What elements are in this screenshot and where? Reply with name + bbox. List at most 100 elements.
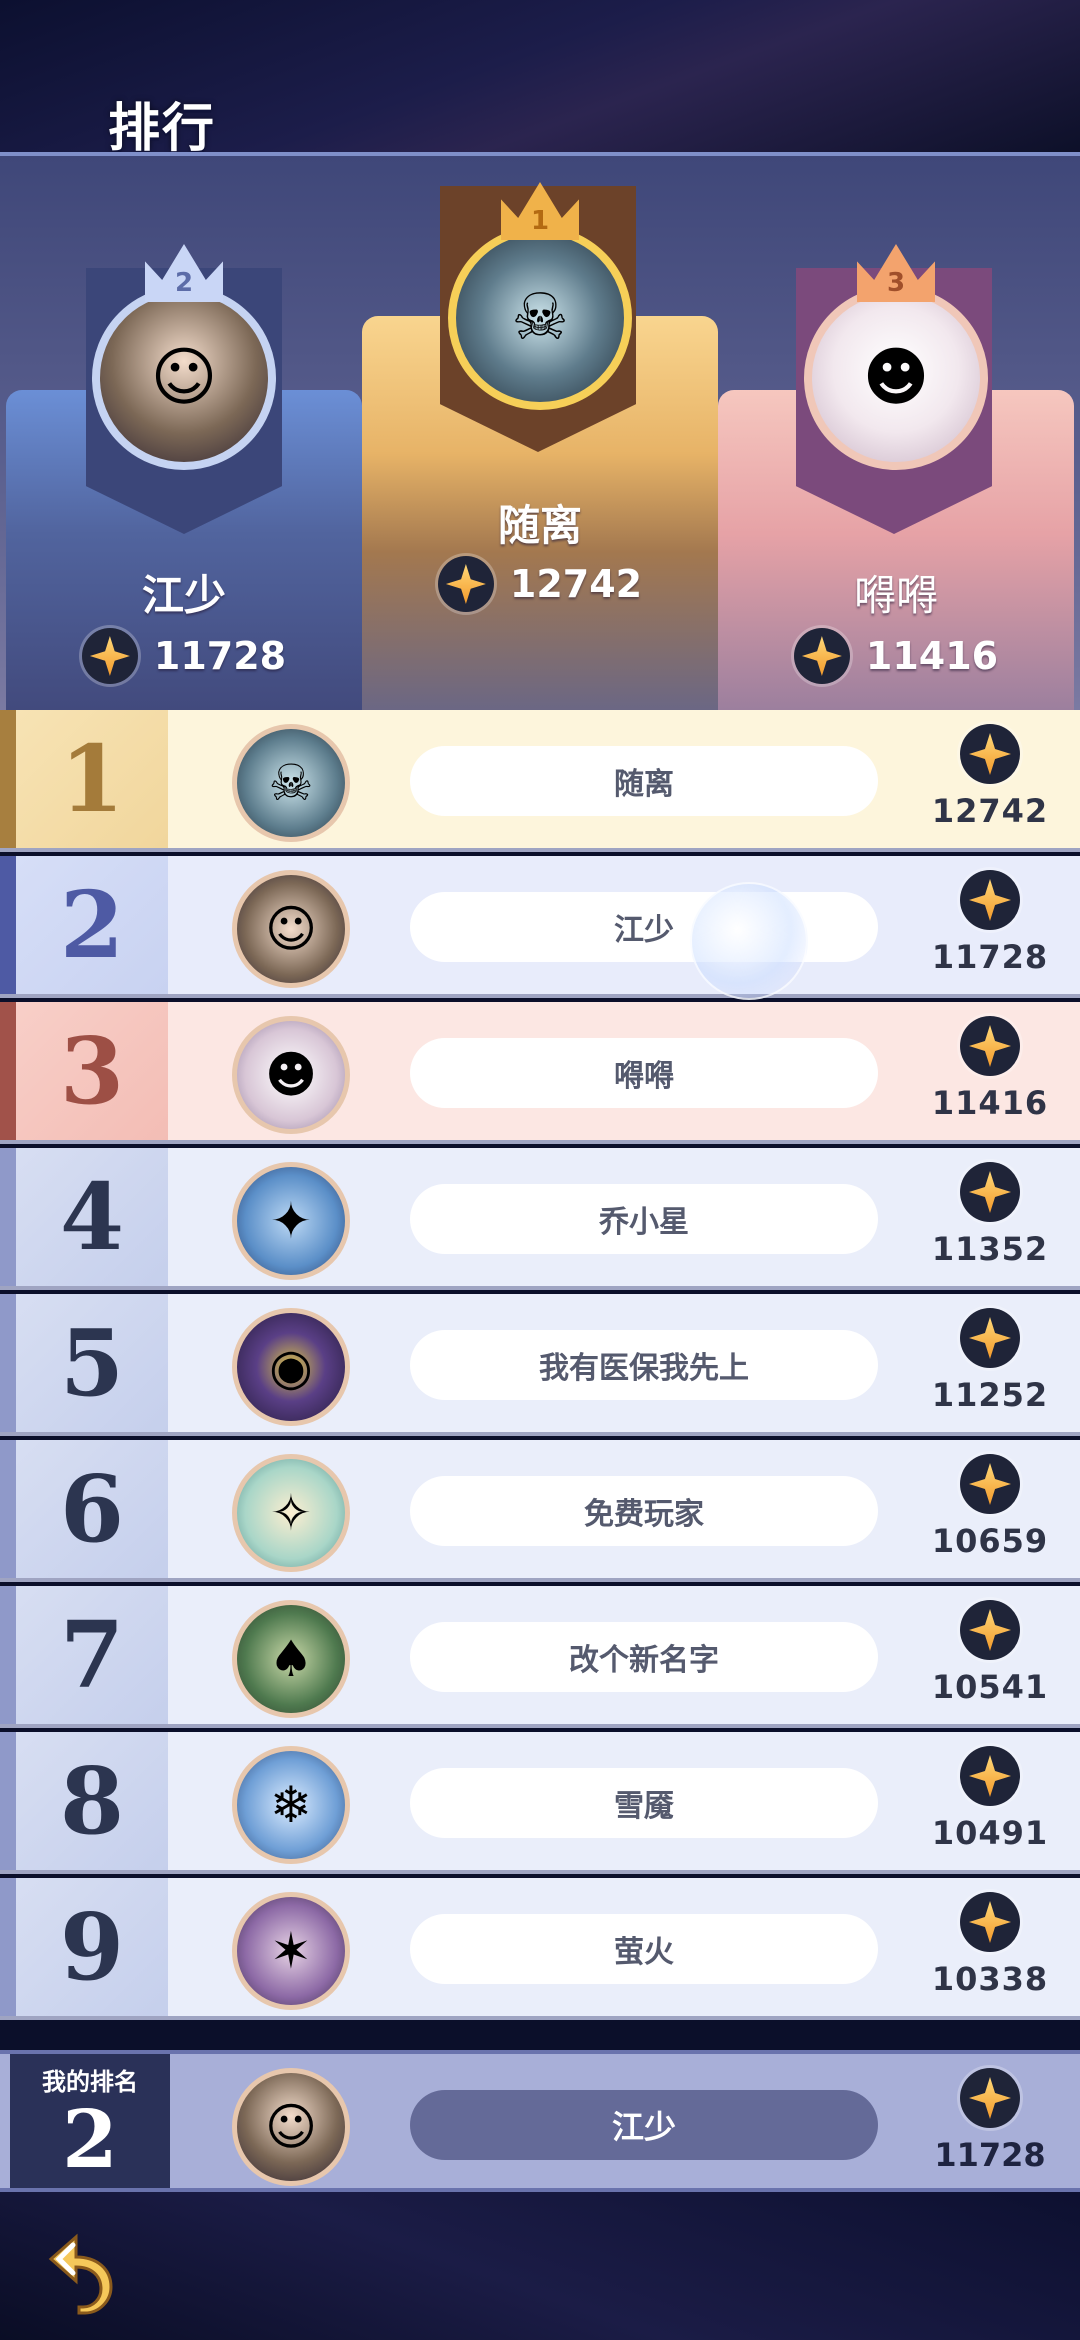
star-coin-icon [960,1308,1020,1368]
my-rank-row[interactable]: 我的排名 2 ☺ 江少 11728 [0,2050,1080,2192]
player-score: 11352 [930,1162,1050,1282]
star-coin-icon [960,1162,1020,1222]
podium-avatar-third[interactable]: ☻ [804,286,988,470]
player-name: 我有医保我先上 [410,1330,878,1400]
star-coin-icon [960,870,1020,930]
star-coin-icon [960,1746,1020,1806]
player-avatar[interactable]: ◉ [232,1308,350,1426]
rank-number: 5 [16,1294,168,1432]
bottom-bar [0,2192,1080,2340]
back-arrow-icon [48,2233,113,2315]
my-score-value: 11728 [934,2136,1046,2174]
podium-name-second: 江少 [141,571,226,620]
player-name: 乔小星 [410,1184,878,1254]
ranking-row-3[interactable]: 3 ☻ 嘚嘚 11416 [0,1002,1080,1144]
podium-avatar-second[interactable]: ☺ [92,286,276,470]
player-name: 免费玩家 [410,1476,878,1546]
player-score: 11416 [930,1016,1050,1136]
score-value: 11352 [931,1230,1049,1268]
row-stripe [0,856,16,994]
player-avatar[interactable]: ✶ [232,1892,350,2010]
player-avatar[interactable]: ☠ [232,724,350,842]
skeleton-king-icon: ☠ [511,281,569,355]
row-stripe [0,1148,16,1286]
ranking-row-2[interactable]: 2 ☺ 江少 11728 [0,856,1080,998]
rank-number: 3 [16,1002,168,1140]
purple-eye-icon: ◉ [269,1338,313,1396]
score-value: 10491 [931,1814,1049,1852]
page-title: 排行 [108,99,217,159]
rank-number: 8 [16,1732,168,1870]
my-rank-number: 2 [62,2091,118,2186]
star-coin-icon [960,2068,1020,2128]
player-name: 江少 [410,892,878,962]
blue-dragon-icon: ✦ [270,1192,312,1250]
ranking-row-1[interactable]: 1 ☠ 随离 12742 [0,710,1080,852]
player-score: 11252 [930,1308,1050,1428]
player-avatar[interactable]: ✦ [232,1162,350,1280]
podium-avatar-first[interactable]: ☠ [448,226,632,410]
my-rank-box: 我的排名 2 [10,2054,170,2188]
player-name: 改个新名字 [410,1622,878,1692]
player-score: 10659 [930,1454,1050,1574]
ranking-row-7[interactable]: 7 ♠ 改个新名字 10541 [0,1586,1080,1728]
row-stripe [0,1294,16,1432]
row-stripe [0,1002,16,1140]
star-coin-icon [960,1892,1020,1952]
back-button[interactable] [30,2226,122,2318]
my-name: 江少 [410,2090,878,2160]
podium-score-first: 12742 [362,556,718,612]
ranking-row-6[interactable]: 6 ✧ 免费玩家 10659 [0,1440,1080,1582]
rank-number: 2 [16,856,168,994]
rank-number: 7 [16,1586,168,1724]
ranking-row-4[interactable]: 4 ✦ 乔小星 11352 [0,1148,1080,1290]
skeleton-king-icon: ☠ [268,754,314,812]
white-hat-girl-icon: ☻ [862,341,930,415]
star-coin-icon [960,1016,1020,1076]
player-score: 11728 [930,870,1050,990]
row-stripe [0,1440,16,1578]
podium-score-third: 11416 [718,628,1074,684]
row-stripe [0,710,16,848]
podium-name-first: 随离 [497,501,582,550]
row-stripe [0,1878,16,2016]
player-avatar[interactable]: ☻ [232,1016,350,1134]
player-score: 10338 [930,1892,1050,2012]
player-score: 10491 [930,1746,1050,1866]
player-avatar[interactable]: ✧ [232,1454,350,1572]
player-avatar[interactable]: ❄ [232,1746,350,1864]
score-value: 12742 [931,792,1049,830]
score-value: 11416 [931,1084,1049,1122]
ranking-row-9[interactable]: 9 ✶ 萤火 10338 [0,1878,1080,2020]
star-coin-icon [81,628,138,684]
ranking-row-8[interactable]: 8 ❄ 雪魇 10491 [0,1732,1080,1874]
player-avatar[interactable]: ☺ [232,870,350,988]
row-stripe [0,1586,16,1724]
rank-number: 4 [16,1148,168,1286]
podium-score-second: 11728 [6,628,362,684]
star-coin-icon [960,1454,1020,1514]
dark-haired-hero-icon: ☺ [264,2098,318,2156]
player-score: 12742 [930,724,1050,844]
row-stripe [0,1732,16,1870]
podium-score-value: 11728 [153,634,287,678]
rank-number: 9 [16,1878,168,2016]
player-name: 嘚嘚 [410,1038,878,1108]
green-hat-ogre-icon: ♠ [268,1630,314,1688]
player-avatar[interactable]: ♠ [232,1600,350,1718]
ranking-row-5[interactable]: 5 ◉ 我有医保我先上 11252 [0,1294,1080,1436]
star-coin-icon [437,556,494,612]
star-coin-icon [793,628,850,684]
white-hat-girl-icon: ☻ [264,1046,318,1104]
player-name: 萤火 [410,1914,878,1984]
star-coin-icon [960,1600,1020,1660]
score-value: 10541 [931,1668,1049,1706]
purple-hair-warrior-icon: ✶ [270,1922,312,1980]
player-score: 10541 [930,1600,1050,1720]
score-value: 10338 [931,1960,1049,1998]
dark-haired-hero-icon: ☺ [264,900,318,958]
my-avatar[interactable]: ☺ [232,2068,350,2186]
rank-number: 1 [16,710,168,848]
my-score: 11728 [930,2068,1050,2174]
dark-haired-hero-icon: ☺ [150,341,218,415]
